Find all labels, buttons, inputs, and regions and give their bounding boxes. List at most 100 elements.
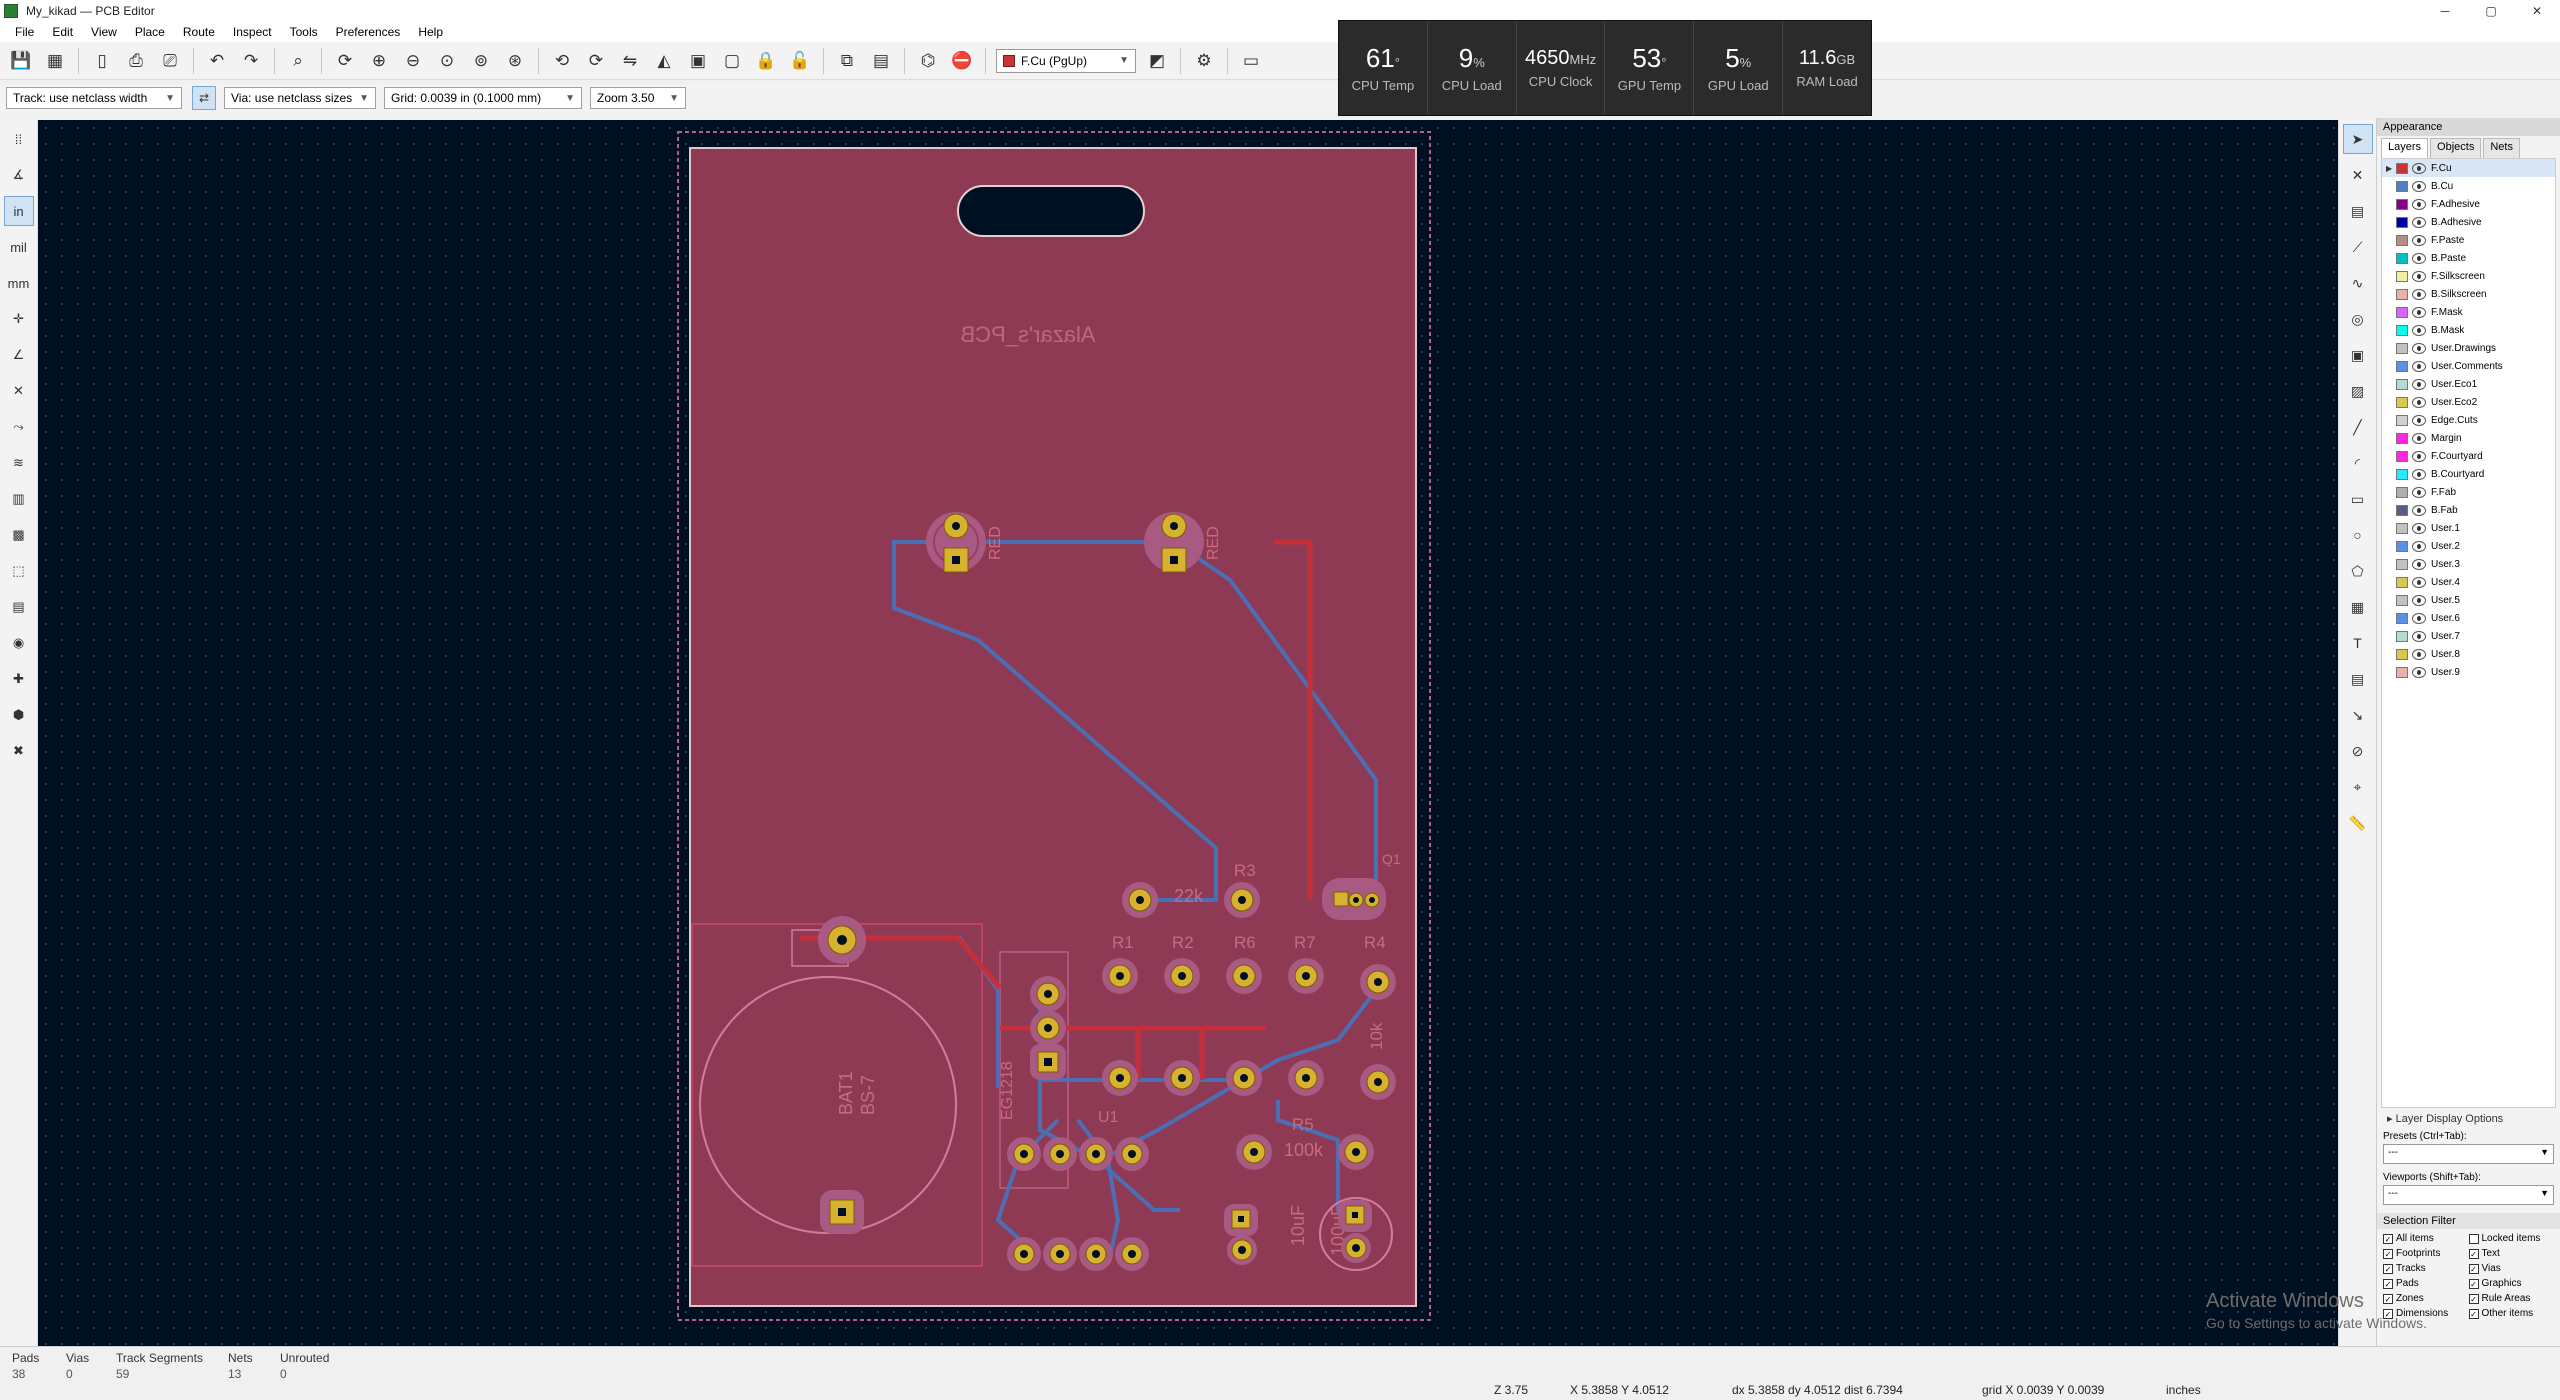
eye-icon[interactable]	[2412, 540, 2426, 552]
eye-icon[interactable]	[2412, 252, 2426, 264]
layer-color-swatch[interactable]	[2396, 288, 2408, 300]
layer-row[interactable]: User.8	[2382, 645, 2555, 663]
selection-filter-checkbox[interactable]: ✓ Rule Areas	[2468, 1291, 2555, 1306]
presets-select[interactable]: --- ▼	[2383, 1144, 2554, 1164]
measure-icon[interactable]: 📏	[2343, 808, 2373, 838]
menu-inspect[interactable]: Inspect	[224, 25, 281, 39]
mirror-icon[interactable]: ◭	[649, 46, 679, 76]
layer-row[interactable]: B.Cu	[2382, 177, 2555, 195]
grid-toggle-icon[interactable]: ⁞⁞	[4, 124, 34, 154]
cursor-crosshair-icon[interactable]: ✛	[4, 304, 34, 334]
selection-filter-checkbox[interactable]: ✓ Pads	[2383, 1276, 2469, 1291]
viewports-select[interactable]: --- ▼	[2383, 1185, 2554, 1205]
layer-color-swatch[interactable]	[2396, 666, 2408, 678]
tab-objects[interactable]: Objects	[2430, 138, 2482, 158]
zoom-fit-icon[interactable]: ⊙	[432, 46, 462, 76]
console-icon[interactable]: ▭	[1236, 46, 1266, 76]
tab-nets[interactable]: Nets	[2483, 138, 2520, 158]
layer-row[interactable]: B.Fab	[2382, 501, 2555, 519]
route-track-icon[interactable]: ⟋	[2343, 232, 2373, 262]
layer-row[interactable]: User.Comments	[2382, 357, 2555, 375]
highlight-net-icon[interactable]: ▤	[4, 592, 34, 622]
checkbox-icon[interactable]: ✓	[2468, 1293, 2479, 1304]
3d-view-icon[interactable]: ⬢	[4, 700, 34, 730]
layer-color-swatch[interactable]	[2396, 342, 2408, 354]
layer-color-swatch[interactable]	[2396, 522, 2408, 534]
close-button[interactable]: ✕	[2514, 0, 2560, 22]
layer-color-swatch[interactable]	[2396, 612, 2408, 624]
draw-circle-icon[interactable]: ○	[2343, 520, 2373, 550]
layer-color-swatch[interactable]	[2396, 162, 2408, 174]
rule-area-icon[interactable]: ▨	[2343, 376, 2373, 406]
python-script-icon[interactable]: ⚙	[1189, 46, 1219, 76]
layer-color-swatch[interactable]	[2396, 540, 2408, 552]
eye-icon[interactable]	[2412, 216, 2426, 228]
layer-color-swatch[interactable]	[2396, 630, 2408, 642]
layer-row[interactable]: User.Drawings	[2382, 339, 2555, 357]
auto-track-width-icon[interactable]: ⇄	[192, 86, 216, 110]
eye-icon[interactable]	[2412, 558, 2426, 570]
layer-color-swatch[interactable]	[2396, 468, 2408, 480]
lock-icon[interactable]: 🔒	[751, 46, 781, 76]
checkbox-icon[interactable]: ✓	[2468, 1308, 2479, 1319]
draw-arc-icon[interactable]: ◜	[2343, 448, 2373, 478]
layer-color-swatch[interactable]	[2396, 432, 2408, 444]
layer-row[interactable]: User.Eco1	[2382, 375, 2555, 393]
checkbox-icon[interactable]	[2468, 1233, 2479, 1244]
zoom-objects-icon[interactable]: ⊚	[466, 46, 496, 76]
eye-icon[interactable]	[2412, 288, 2426, 300]
menu-view[interactable]: View	[82, 25, 126, 39]
layer-color-swatch[interactable]	[2396, 504, 2408, 516]
menu-route[interactable]: Route	[174, 25, 224, 39]
layer-color-swatch[interactable]	[2396, 558, 2408, 570]
layer-color-swatch[interactable]	[2396, 396, 2408, 408]
delete-tool-icon[interactable]: ⊘	[2343, 736, 2373, 766]
layer-color-swatch[interactable]	[2396, 252, 2408, 264]
eye-icon[interactable]	[2412, 360, 2426, 372]
layer-display-options[interactable]: ▸ Layer Display Options	[2377, 1108, 2560, 1129]
layer-color-swatch[interactable]	[2396, 576, 2408, 588]
tune-length-icon[interactable]: ∿	[2343, 268, 2373, 298]
layer-row[interactable]: F.Mask	[2382, 303, 2555, 321]
eye-icon[interactable]	[2412, 612, 2426, 624]
undo-icon[interactable]: ↶	[202, 46, 232, 76]
redo-icon[interactable]: ↷	[236, 46, 266, 76]
unlock-icon[interactable]: 🔓	[785, 46, 815, 76]
selection-filter-checkbox[interactable]: ✓ Tracks	[2383, 1261, 2469, 1276]
add-zone-icon[interactable]: ▣	[2343, 340, 2373, 370]
layer-row[interactable]: B.Adhesive	[2382, 213, 2555, 231]
refresh-icon[interactable]: ⟳	[330, 46, 360, 76]
selection-filter-checkbox[interactable]: Locked items	[2468, 1231, 2555, 1246]
layer-row[interactable]: User.4	[2382, 573, 2555, 591]
footprint-browser-icon[interactable]: ▤	[866, 46, 896, 76]
selection-filter-checkbox[interactable]: ✓ Vias	[2468, 1261, 2555, 1276]
find-icon[interactable]: ⌕	[283, 46, 313, 76]
layer-row[interactable]: User.5	[2382, 591, 2555, 609]
eye-icon[interactable]	[2412, 594, 2426, 606]
eye-icon[interactable]	[2412, 576, 2426, 588]
menu-file[interactable]: File	[6, 25, 43, 39]
zoom-select[interactable]: Zoom 3.50 ▼	[590, 87, 686, 109]
layer-row[interactable]: F.Paste	[2382, 231, 2555, 249]
eye-icon[interactable]	[2412, 378, 2426, 390]
layer-row[interactable]: User.6	[2382, 609, 2555, 627]
layer-color-swatch[interactable]	[2396, 378, 2408, 390]
add-image-icon[interactable]: ▦	[2343, 592, 2373, 622]
net-colors-icon[interactable]: ≋	[4, 448, 34, 478]
layer-row[interactable]: User.2	[2382, 537, 2555, 555]
board-setup-icon[interactable]: ▦	[40, 46, 70, 76]
menu-place[interactable]: Place	[126, 25, 174, 39]
menu-edit[interactable]: Edit	[43, 25, 82, 39]
menu-preferences[interactable]: Preferences	[327, 25, 410, 39]
grid-origin-icon[interactable]: ⌖	[2343, 772, 2373, 802]
zone-fill-icon[interactable]: ▩	[4, 520, 34, 550]
layer-pair-icon[interactable]: ◩	[1142, 46, 1172, 76]
rotate-ccw-icon[interactable]: ⟲	[547, 46, 577, 76]
via-size-select[interactable]: Via: use netclass sizes ▼	[224, 87, 376, 109]
layer-row[interactable]: B.Mask	[2382, 321, 2555, 339]
layer-row[interactable]: ▶ F.Cu	[2382, 159, 2555, 177]
layer-color-swatch[interactable]	[2396, 198, 2408, 210]
tools-icon[interactable]: ✖	[4, 736, 34, 766]
draw-polygon-icon[interactable]: ⬠	[2343, 556, 2373, 586]
layer-color-swatch[interactable]	[2396, 414, 2408, 426]
